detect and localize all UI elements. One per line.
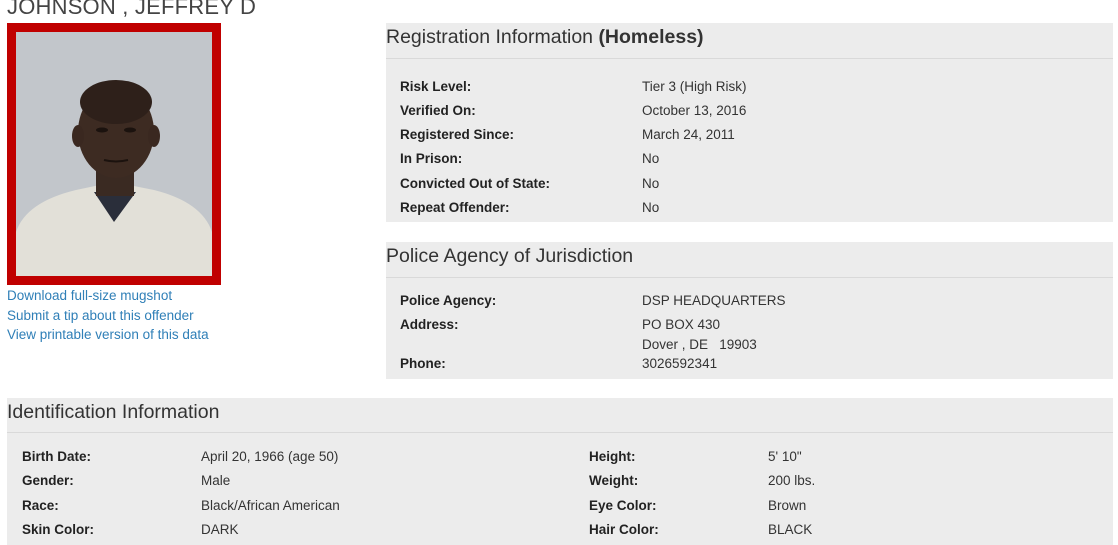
person-silhouette-icon [16, 32, 212, 276]
verified-on-value: October 13, 2016 [642, 103, 747, 118]
registration-status-badge: (Homeless) [598, 26, 704, 48]
birth-date-value: April 20, 1966 (age 50) [201, 449, 339, 464]
mugshot-frame [7, 23, 221, 285]
identification-panel: Identification Information Birth Date: A… [7, 398, 1113, 545]
risk-level-label: Risk Level: [400, 79, 472, 94]
weight-label: Weight: [589, 473, 639, 488]
skin-color-value: DARK [201, 522, 239, 537]
address-label: Address: [400, 317, 459, 332]
registered-since-label: Registered Since: [400, 127, 515, 142]
police-agency-title: Police Agency of Jurisdiction [386, 245, 634, 267]
eye-color-label: Eye Color: [589, 498, 657, 513]
risk-level-value: Tier 3 (High Risk) [642, 79, 747, 94]
address-line1: PO BOX 430 [642, 317, 721, 332]
divider [7, 432, 1113, 433]
registered-since-value: March 24, 2011 [642, 127, 735, 142]
height-value: 5' 10" [768, 449, 802, 464]
registration-title-text: Registration Information [386, 26, 599, 48]
hair-color-value: BLACK [768, 522, 813, 537]
in-prison-label: In Prison: [400, 151, 463, 166]
hair-color-label: Hair Color: [589, 522, 659, 537]
offender-name: JOHNSON , JEFFREY D [7, 0, 257, 19]
convicted-out-of-state-label: Convicted Out of State: [400, 176, 551, 191]
race-label: Race: [22, 498, 59, 513]
printable-version-link[interactable]: View printable version of this data [7, 325, 209, 345]
gender-label: Gender: [22, 473, 74, 488]
divider [386, 58, 1113, 59]
registration-title: Registration Information (Homeless) [386, 23, 1113, 49]
phone-value: 3026592341 [642, 356, 718, 371]
repeat-offender-value: No [642, 200, 660, 215]
download-mugshot-link[interactable]: Download full-size mugshot [7, 286, 209, 306]
offender-links: Download full-size mugshot Submit a tip … [7, 286, 209, 345]
police-agency-label: Police Agency: [400, 293, 497, 308]
height-label: Height: [589, 449, 636, 464]
mugshot-photo[interactable] [16, 32, 212, 276]
convicted-out-of-state-value: No [642, 176, 660, 191]
registration-panel: Registration Information (Homeless) Risk… [386, 23, 1113, 222]
address-line2: Dover , DE 19903 [642, 337, 757, 352]
phone-label: Phone: [400, 356, 446, 371]
identification-title: Identification Information [7, 401, 220, 423]
gender-value: Male [201, 473, 231, 488]
submit-tip-link[interactable]: Submit a tip about this offender [7, 306, 209, 326]
repeat-offender-label: Repeat Offender: [400, 200, 510, 215]
police-agency-value: DSP HEADQUARTERS [642, 293, 786, 308]
police-agency-panel: Police Agency of Jurisdiction Police Age… [386, 242, 1113, 379]
verified-on-label: Verified On: [400, 103, 476, 118]
eye-color-value: Brown [768, 498, 807, 513]
birth-date-label: Birth Date: [22, 449, 92, 464]
in-prison-value: No [642, 151, 660, 166]
race-value: Black/African American [201, 498, 340, 513]
weight-value: 200 lbs. [768, 473, 816, 488]
divider [386, 277, 1113, 278]
skin-color-label: Skin Color: [22, 522, 95, 537]
